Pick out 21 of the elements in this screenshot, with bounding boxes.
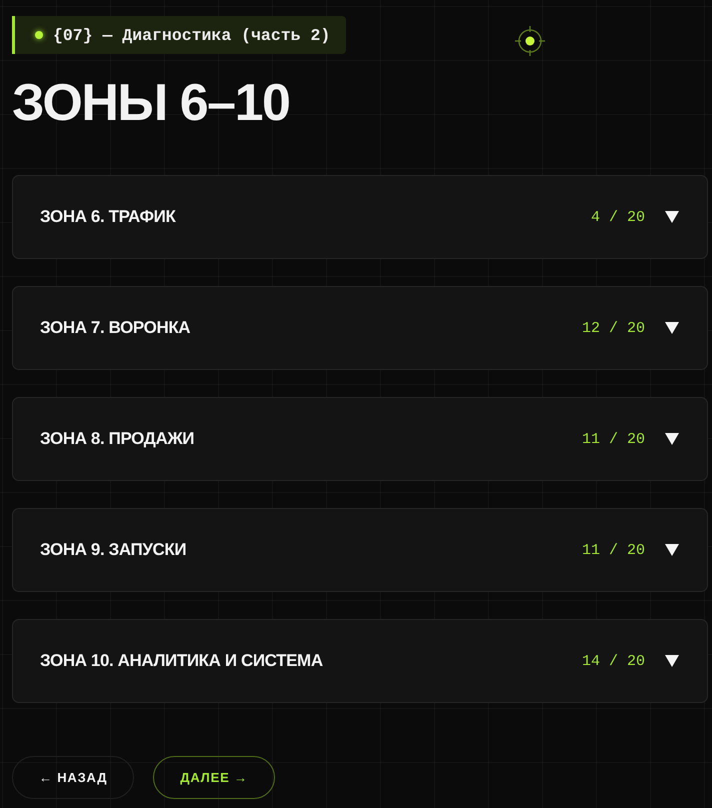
- zone-score: 11 / 20: [582, 430, 645, 448]
- zone-score: 14 / 20: [582, 652, 645, 670]
- section-label: {07} — Диагностика (часть 2): [53, 26, 330, 44]
- zone-accordion-item[interactable]: ЗОНА 8. ПРОДАЖИ 11 / 20: [12, 397, 708, 481]
- zone-accordion-item[interactable]: ЗОНА 6. ТРАФИК 4 / 20: [12, 175, 708, 259]
- zone-score: 12 / 20: [582, 320, 645, 336]
- zone-title: ЗОНА 7. ВОРОНКА: [40, 318, 190, 338]
- page-title: ЗОНЫ 6–10: [12, 73, 290, 134]
- next-button[interactable]: ДАЛЕЕ →: [153, 756, 275, 799]
- zone-title: ЗОНА 6. ТРАФИК: [40, 207, 176, 227]
- zone-accordion-item[interactable]: ЗОНА 9. ЗАПУСКИ 11 / 20: [12, 508, 708, 592]
- zone-score: 4 / 20: [590, 208, 645, 226]
- back-button[interactable]: ← НАЗАД: [12, 756, 134, 799]
- zone-score: 11 / 20: [582, 542, 645, 558]
- status-dot-icon: [35, 31, 43, 39]
- zone-title: ЗОНА 8. ПРОДАЖИ: [40, 429, 194, 449]
- zone-accordion-item[interactable]: ЗОНА 7. ВОРОНКА 12 / 20: [12, 286, 708, 370]
- zone-title: ЗОНА 9. ЗАПУСКИ: [40, 540, 186, 560]
- crosshair-target-icon: [514, 25, 546, 57]
- zone-accordion-item[interactable]: ЗОНА 10. АНАЛИТИКА И СИСТЕМА 14 / 20: [12, 619, 708, 703]
- zone-title: ЗОНА 10. АНАЛИТИКА И СИСТЕМА: [40, 651, 323, 671]
